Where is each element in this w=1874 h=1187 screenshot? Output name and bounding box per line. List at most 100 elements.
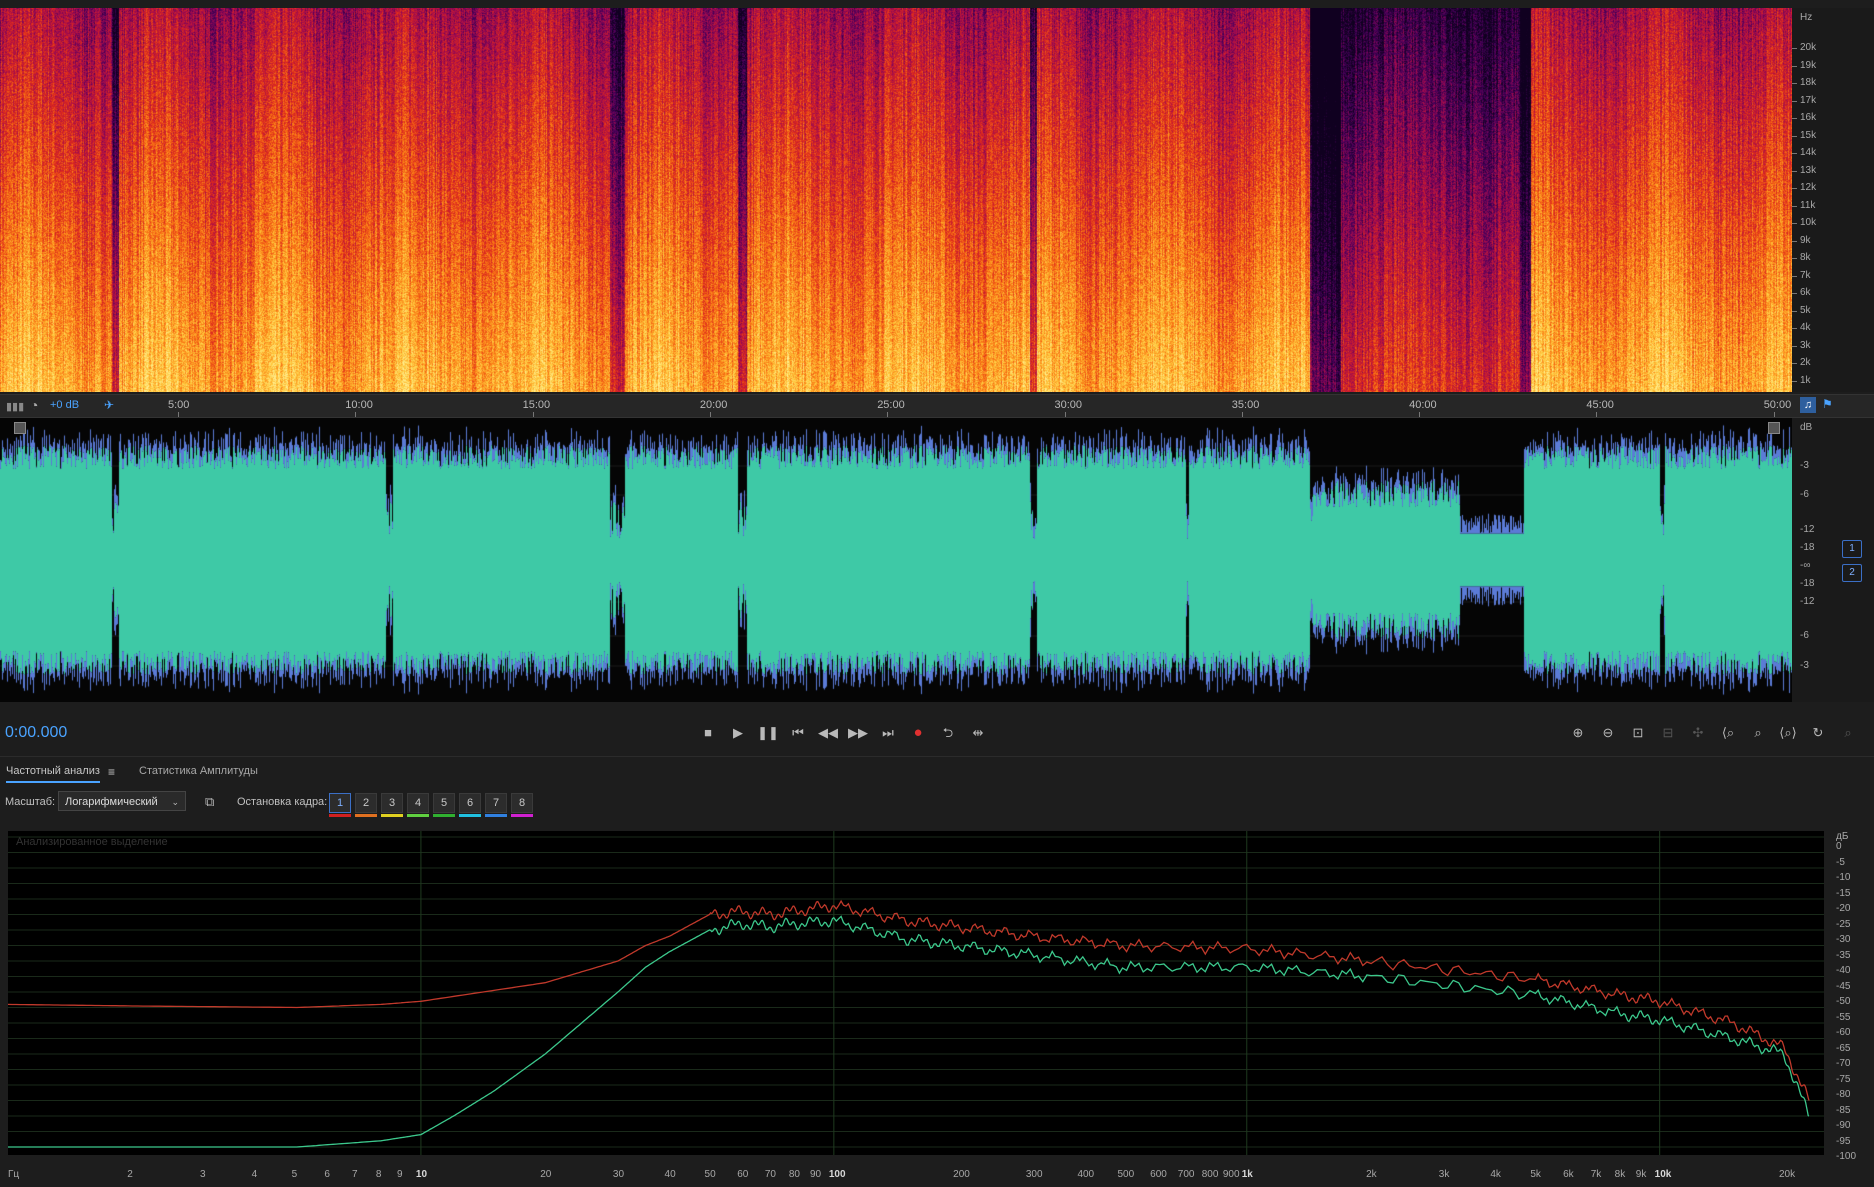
fa-db-tick-label: -50: [1836, 996, 1851, 1007]
freeze-frame-button-4[interactable]: 4: [407, 793, 429, 813]
zoom-in-amplitude-icon[interactable]: ⊕: [1566, 722, 1590, 744]
ruler-tick-mark: [178, 412, 179, 417]
ruler-time-label: 10:00: [345, 399, 373, 411]
frequency-analysis-plot[interactable]: Анализированное выделение: [7, 831, 1824, 1155]
hz-tick-label: 10k: [1800, 217, 1817, 228]
zoom-out-time-icon[interactable]: ⟨⌕⟩: [1776, 722, 1800, 744]
hz-tick-label: 18k: [1800, 77, 1817, 88]
pause-button[interactable]: ❚❚: [757, 722, 779, 744]
fa-freq-tick-label: 20k: [1778, 1169, 1796, 1180]
fa-freq-tick-label: 700: [1177, 1169, 1195, 1180]
hz-tick-label: 12k: [1800, 182, 1817, 193]
timecode-display[interactable]: 0:00.000: [5, 724, 67, 742]
marker-icon[interactable]: ⚑: [1822, 397, 1833, 411]
channel-2-badge[interactable]: 2: [1842, 564, 1862, 582]
rewind-button[interactable]: ◀◀: [817, 722, 839, 744]
fade-in-handle-icon[interactable]: [14, 422, 26, 434]
pin-icon[interactable]: ✈: [104, 398, 114, 412]
db-tick-label: -12: [1800, 596, 1815, 607]
waveform-view[interactable]: [0, 418, 1792, 702]
hz-tick-label: 1k: [1800, 374, 1811, 386]
zoom-full-icon[interactable]: ⌕: [1836, 722, 1860, 744]
spectrogram-canvas[interactable]: [0, 8, 1792, 392]
hz-tick-label: 11k: [1800, 199, 1816, 211]
hz-tick-mark: [1792, 223, 1797, 224]
freeze-frame-button-7[interactable]: 7: [485, 793, 507, 813]
fast-forward-button[interactable]: ▶▶: [847, 722, 869, 744]
fa-db-tick-label: -45: [1836, 980, 1851, 992]
ruler-time-label: 40:00: [1409, 399, 1437, 411]
fa-freq-tick-label: 30: [612, 1169, 625, 1180]
volume-knob-icon[interactable]: ◔: [30, 397, 38, 413]
fa-db-tick-label: -35: [1836, 949, 1851, 961]
levels-icon[interactable]: ▮▮▮: [6, 400, 24, 413]
hz-tick-mark: [1792, 205, 1797, 207]
fa-db-tick-label: -65: [1836, 1042, 1851, 1054]
volume-level-label[interactable]: +0 dB: [50, 399, 79, 411]
db-tick-label: -3: [1800, 660, 1809, 671]
hz-unit-label: Hz: [1800, 12, 1813, 23]
freeze-frame-color-swatch: [329, 814, 351, 817]
time-ruler[interactable]: ▮▮▮ ◔ +0 dB ✈ 5:00 10:00 15:00 20:00 25:00 30…: [0, 394, 1874, 418]
zoom-reset-icon[interactable]: ↻: [1806, 722, 1830, 744]
freeze-frame-button-8[interactable]: 8: [511, 793, 533, 813]
hz-tick-label: 20k: [1800, 42, 1817, 53]
ruler-tick-mark: [1419, 412, 1421, 417]
fade-out-handle-icon[interactable]: [1768, 422, 1780, 434]
scale-select[interactable]: Логарифмический ⌄: [58, 791, 186, 811]
hz-tick-label: 14k: [1800, 147, 1817, 158]
hz-tick-label: 6k: [1800, 287, 1811, 298]
zoom-selection-icon[interactable]: ✣: [1686, 722, 1710, 744]
ruler-tick-mark: [1241, 412, 1243, 417]
zoom-in-time-icon[interactable]: ⌕: [1746, 722, 1770, 744]
freeze-frame-button-2[interactable]: 2: [355, 793, 377, 813]
fa-db-tick-label: -10: [1836, 872, 1851, 883]
fa-freq-tick-label: 5: [291, 1169, 298, 1180]
fa-freq-tick-label: 500: [1117, 1169, 1135, 1180]
freeze-frame-button-6[interactable]: 6: [459, 793, 481, 813]
spectrogram-view[interactable]: [0, 8, 1792, 392]
freeze-frame-button-1[interactable]: 1: [329, 793, 351, 813]
fa-freq-tick-label: 80: [788, 1169, 800, 1180]
loop-button[interactable]: ⮌: [937, 722, 959, 744]
panel-menu-icon[interactable]: ≡: [108, 765, 115, 779]
record-button[interactable]: ●: [907, 722, 929, 744]
hz-tick-mark: [1792, 240, 1797, 242]
zoom-out-amplitude-icon[interactable]: ⊖: [1596, 722, 1620, 744]
play-button[interactable]: ▶: [727, 722, 749, 744]
fa-freq-tick-label: 2: [127, 1169, 133, 1180]
freeze-frame-button-3[interactable]: 3: [381, 793, 403, 813]
hz-tick-label: 19k: [1800, 59, 1817, 71]
hz-tick-label: 17k: [1800, 94, 1817, 106]
hz-tick-label: 13k: [1800, 164, 1817, 176]
hz-tick-mark: [1792, 328, 1797, 329]
zoom-in-left-icon[interactable]: ⟨⌕: [1716, 722, 1740, 744]
fa-freq-tick-label: 4: [251, 1169, 258, 1180]
zoom-out-full-icon[interactable]: ⊟: [1656, 722, 1680, 744]
channel-1-badge[interactable]: 1: [1842, 540, 1862, 558]
freeze-frame-button-5[interactable]: 5: [433, 793, 455, 813]
skip-selection-button[interactable]: ⇹: [967, 722, 989, 744]
tab-amplitude-statistics[interactable]: Статистика Амплитуды: [139, 765, 258, 777]
spectrogram-frequency-scale: Hz 20k 19k 18k 17k 16k 15k 14k 13k 12k 11k 10k 9k 8k…: [1792, 8, 1874, 392]
zoom-to-selection-icon[interactable]: ⊡: [1626, 722, 1650, 744]
go-to-end-button[interactable]: ⏭: [877, 722, 899, 744]
ruler-time-label: 25:00: [877, 399, 905, 411]
scale-select-value: Логарифмический: [65, 796, 158, 808]
copy-icon[interactable]: ⧉: [205, 794, 214, 810]
headphones-icon[interactable]: ♫: [1800, 397, 1816, 413]
hz-tick-mark: [1792, 153, 1797, 154]
waveform-canvas[interactable]: [0, 418, 1792, 702]
ruler-time-label: 45:00: [1586, 399, 1614, 411]
fa-db-tick-label: -75: [1836, 1073, 1851, 1085]
go-to-start-button[interactable]: ⏮: [787, 722, 809, 744]
ruler-tick-mark: [1596, 412, 1598, 417]
freeze-frame-color-swatch: [485, 814, 507, 817]
tab-frequency-analysis[interactable]: Частотный анализ: [6, 765, 100, 783]
analysis-panel-tabs: Частотный анализ ≡ Статистика Амплитуды: [0, 756, 1874, 787]
hz-tick-mark: [1792, 118, 1797, 119]
fa-db-tick-label: -85: [1836, 1104, 1851, 1116]
fa-freq-tick-label: 5k: [1530, 1169, 1541, 1180]
stop-button[interactable]: ■: [697, 722, 719, 744]
freeze-frame-color-swatch: [433, 814, 455, 817]
